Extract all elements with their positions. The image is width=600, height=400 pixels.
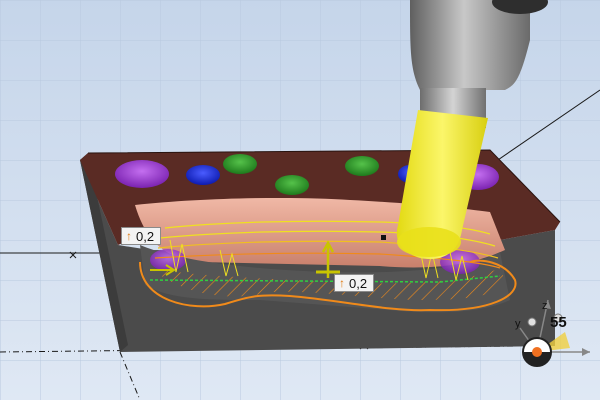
arrow-up-icon: ↑ [126,229,132,243]
cam-scene[interactable] [0,0,600,400]
hole-green-2[interactable] [275,175,309,195]
dimension-value: 0,2 [136,228,155,244]
workpiece-block[interactable] [80,149,561,352]
3d-viewport[interactable]: ↑ 0,2 ↑ 0,2 55 y z [0,0,600,400]
hole-green-1[interactable] [223,154,257,174]
dimension-label-center[interactable]: ↑ 0,2 [334,274,375,292]
dimension-label-left[interactable]: ↑ 0,2 [121,227,162,245]
triad-y-axis-label: y [515,318,521,330]
tool-position-marker [381,235,386,240]
tool-cutter-tip [397,227,461,257]
hole-purple-1[interactable] [115,160,169,188]
arrow-up-icon: ↑ [339,276,345,290]
tool-holder [410,0,530,90]
hole-blue-1[interactable] [186,165,220,185]
triad-z-axis-label: z [542,300,548,312]
view-angle-value: 55 [550,314,567,331]
hole-green-3[interactable] [345,156,379,176]
dimension-value: 0,2 [349,275,368,291]
